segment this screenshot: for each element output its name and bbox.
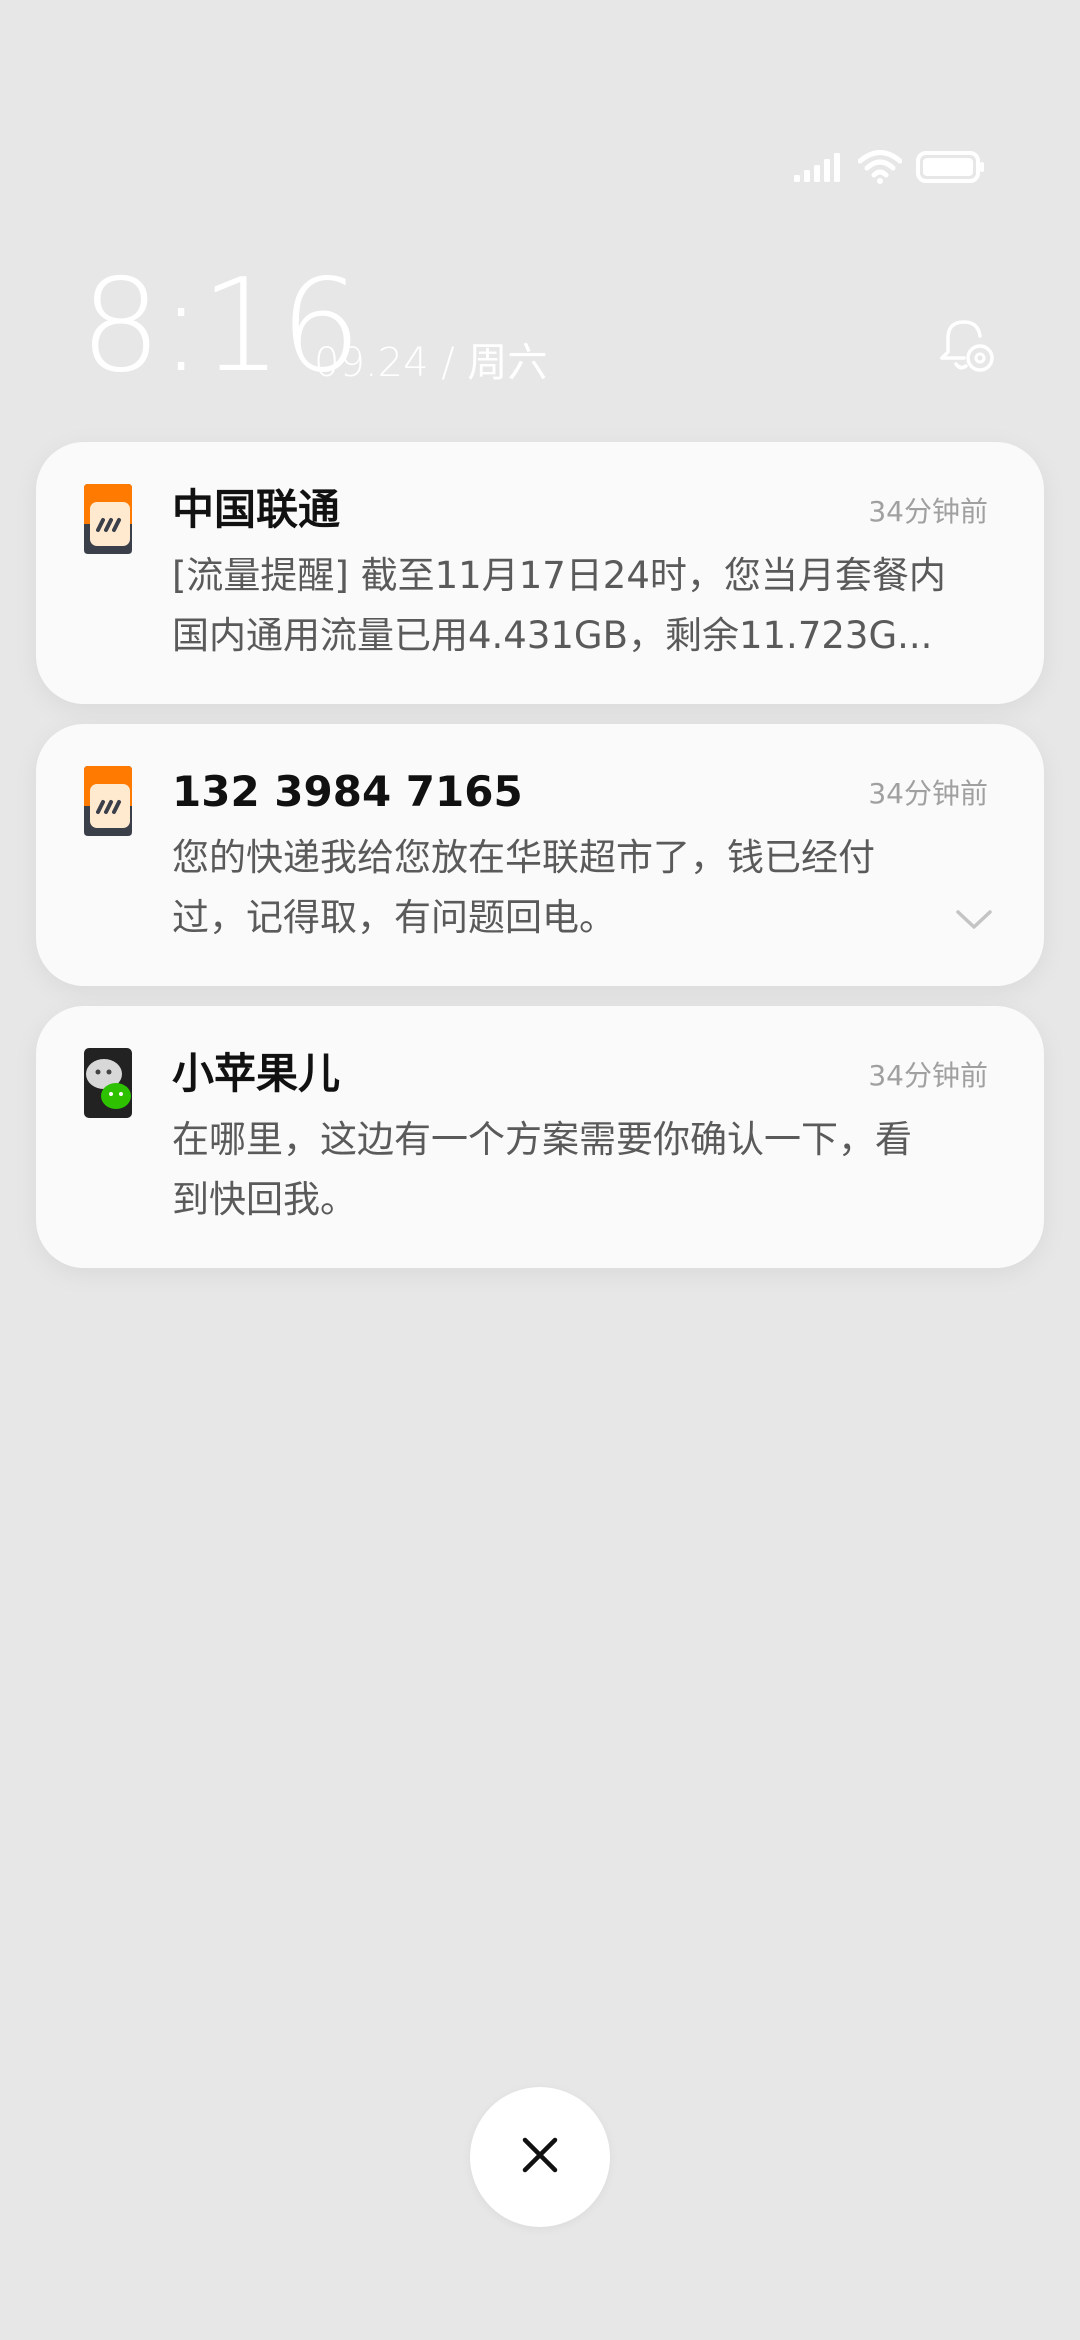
- wechat-icon: [84, 1048, 132, 1118]
- sim-card-icon: [84, 766, 132, 836]
- lockscreen-header: 8:16 09.24 / 周六: [80, 262, 1000, 392]
- clear-notifications-button[interactable]: [470, 2087, 610, 2227]
- notification-body: 在哪里，这边有一个方案需要你确认一下，看 到快回我。: [172, 1118, 912, 1221]
- notification-title: 小苹果儿: [172, 1049, 341, 1098]
- battery-icon: [916, 150, 986, 184]
- notification-title: 中国联通: [172, 485, 341, 534]
- notification-body: [流量提醒] 截至11月17日24时，您当月套餐内 国内通用流量已用4.431G…: [172, 554, 946, 657]
- notification-card[interactable]: 中国联通 34分钟前 [流量提醒] 截至11月17日24时，您当月套餐内 国内通…: [36, 442, 1044, 704]
- notification-time: 34分钟前: [868, 495, 988, 528]
- wifi-icon: [858, 150, 902, 184]
- date: 09.24 / 周六: [314, 340, 548, 386]
- notification-title: 132 3984 7165: [172, 767, 523, 816]
- notification-time: 34分钟前: [868, 1059, 988, 1092]
- status-bar: [794, 150, 986, 184]
- close-icon: [520, 2135, 560, 2179]
- notification-settings-icon[interactable]: [934, 314, 1000, 380]
- notification-body: 您的快递我给您放在华联超市了，钱已经付 过，记得取，有问题回电。: [172, 836, 875, 939]
- notification-time: 34分钟前: [868, 777, 988, 810]
- notification-card[interactable]: 小苹果儿 34分钟前 在哪里，这边有一个方案需要你确认一下，看 到快回我。: [36, 1006, 1044, 1268]
- sim-card-icon: [84, 484, 132, 554]
- notification-card[interactable]: 132 3984 7165 34分钟前 您的快递我给您放在华联超市了，钱已经付 …: [36, 724, 1044, 986]
- chevron-down-icon[interactable]: [954, 908, 994, 932]
- signal-icon: [794, 152, 844, 182]
